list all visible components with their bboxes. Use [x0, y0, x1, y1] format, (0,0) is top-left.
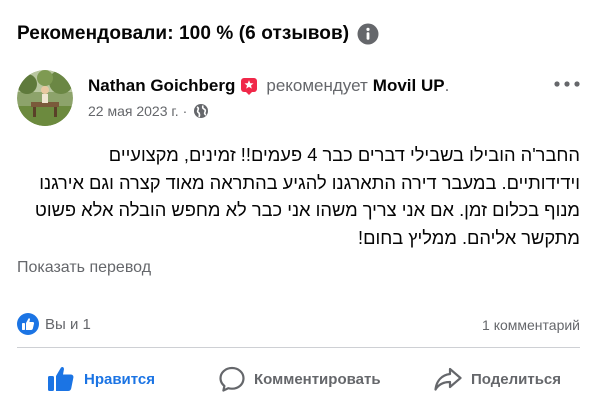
thumbs-up-icon — [48, 367, 74, 391]
comment-button[interactable]: Комментировать — [218, 363, 381, 395]
actions-divider — [17, 347, 580, 348]
comment-bubble-icon — [219, 366, 245, 392]
share-arrow-icon — [434, 367, 462, 391]
recommendation-summary-text: Рекомендовали: 100 % (6 отзывов) — [17, 23, 350, 44]
post-text: החבר'ה הובילו בשבילי דברים כבר 4 פעמים!!… — [17, 141, 580, 251]
share-button[interactable]: Поделиться — [433, 363, 561, 395]
recommendation-badge-icon — [240, 77, 258, 95]
post-meta: 22 мая 2023 г. · — [88, 103, 209, 119]
reactions-summary[interactable]: Вы и 1 — [17, 313, 91, 335]
info-icon[interactable] — [357, 23, 379, 45]
like-button-label: Нравится — [84, 370, 156, 388]
recommendation-summary: Рекомендовали: 100 % (6 отзывов) — [17, 20, 379, 48]
post-date[interactable]: 22 мая 2023 г. — [88, 103, 179, 119]
post-text-line: החבר'ה הובילו בשבילי דברים כבר 4 פעמים!!… — [108, 144, 580, 165]
action-bar: Нравится Комментировать Поделиться — [0, 355, 597, 403]
more-options-icon[interactable] — [551, 74, 583, 94]
post-header: Nathan Goichberg рекомендует Movil UP . … — [17, 70, 583, 126]
post-text-line: וידידותיים. במעבר דירה התארגנו להגיע בהת… — [39, 171, 580, 193]
avatar[interactable] — [17, 70, 73, 126]
show-translation-link[interactable]: Показать перевод — [17, 259, 151, 277]
like-reaction-icon — [17, 313, 39, 335]
comment-button-label: Комментировать — [254, 370, 381, 388]
reactions-count: Вы и 1 — [45, 315, 91, 333]
author-name[interactable]: Nathan Goichberg — [88, 76, 235, 96]
globe-icon — [193, 103, 209, 119]
share-button-label: Поделиться — [471, 370, 562, 388]
page-name-suffix: . — [444, 76, 450, 95]
recommends-label: рекомендует — [266, 76, 368, 95]
comments-count[interactable]: 1 комментарий — [482, 317, 580, 333]
author-line: Nathan Goichberg рекомендует Movil UP . — [88, 76, 449, 96]
meta-separator: · — [182, 103, 188, 119]
post-text-line: מתקשר אליהם. ממליץ בחום! — [358, 226, 580, 248]
like-button[interactable]: Нравится — [46, 363, 155, 395]
page-name-link[interactable]: Movil UP — [373, 76, 445, 96]
post-text-line: מנוף בכלום זמן. אם אני צריך משהו אני כבר… — [34, 199, 580, 220]
